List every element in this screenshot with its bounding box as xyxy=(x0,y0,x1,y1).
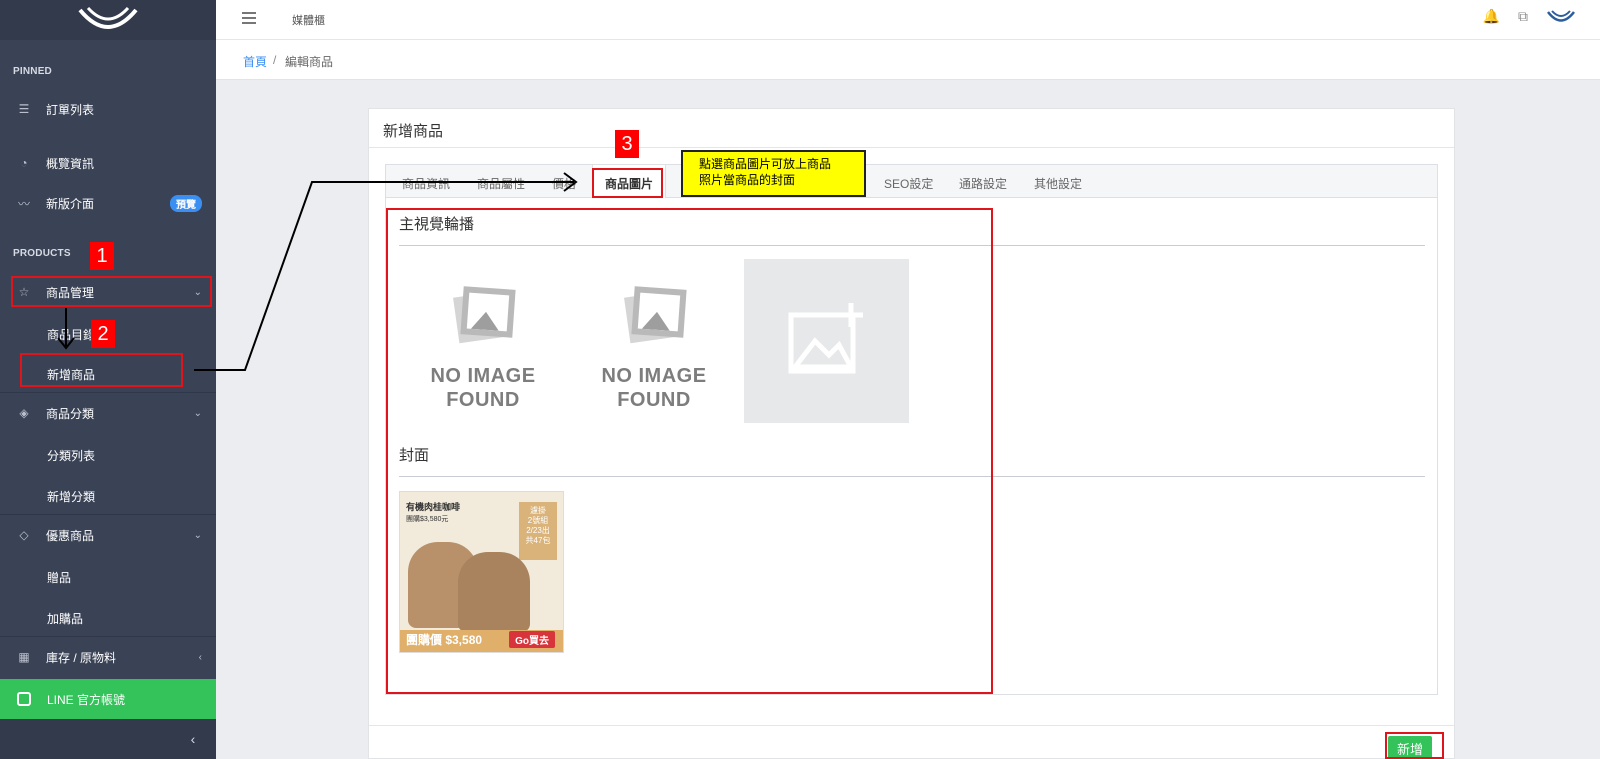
sidebar-item-label: 訂單列表 xyxy=(46,102,95,117)
bell-icon[interactable]: 🔔 xyxy=(1483,8,1500,25)
sidebar-item-orders[interactable]: ☰ 訂單列表 xyxy=(0,89,216,129)
translate-icon[interactable]: ⧉ xyxy=(1518,8,1528,25)
menu-icon[interactable] xyxy=(242,12,256,24)
gauge-icon: ◔ xyxy=(20,156,28,170)
sidebar-item-promo[interactable]: ◇ 優惠商品 ⌄ xyxy=(0,515,216,555)
top-bar: 媒體櫃 🔔 ⧉ xyxy=(216,0,1600,40)
breadcrumb-current: 編輯商品 xyxy=(285,55,334,69)
sidebar-item-label: 優惠商品 xyxy=(46,528,95,543)
breadcrumb: 首頁 / 編輯商品 xyxy=(216,40,1600,80)
user-avatar-logo[interactable] xyxy=(1546,9,1576,25)
tab-product-attributes[interactable]: 商品屬性 xyxy=(477,175,525,192)
callout-note: 點選商品圖片可放上商品 照片當商品的封面 xyxy=(681,150,866,197)
section-products: PRODUCTS xyxy=(13,248,71,259)
step-3-marker: 3 xyxy=(615,130,639,158)
chevron-left-icon: ‹ xyxy=(198,651,202,663)
tab-product-info[interactable]: 商品資訊 xyxy=(402,175,450,192)
sidebar-item-label: LINE 官方帳號 xyxy=(47,692,126,707)
sidebar-item-inventory[interactable]: ▦ 庫存 / 原物料 ‹ xyxy=(0,637,216,677)
tab-seo[interactable]: SEO設定 xyxy=(884,175,933,192)
tab-other[interactable]: 其他設定 xyxy=(1034,175,1082,192)
chevron-down-icon: ⌄ xyxy=(193,407,202,419)
sidebar-item-category[interactable]: ◈ 商品分類 ⌄ xyxy=(0,393,216,433)
highlight-images-tab xyxy=(592,168,663,198)
chevron-left-icon: ‹ xyxy=(190,731,196,747)
step-2-marker: 2 xyxy=(91,320,115,348)
wave-logo-icon xyxy=(78,6,138,29)
sidebar-subitem-category-list[interactable]: 分類列表 xyxy=(47,447,95,464)
boxes-icon: ▦ xyxy=(18,650,30,664)
tab-channel[interactable]: 通路設定 xyxy=(959,175,1007,192)
sidebar-item-new-ui[interactable]: 〰 新版介面 預覽 xyxy=(0,183,216,223)
sidebar-item-label: 商品分類 xyxy=(46,406,95,421)
divider xyxy=(369,725,1454,726)
sidebar-item-line[interactable]: LINE 官方帳號 xyxy=(0,679,216,719)
layers-icon: ◈ xyxy=(19,406,29,420)
breadcrumb-separator: / xyxy=(273,53,277,67)
sidebar-collapse-button[interactable]: ‹ xyxy=(0,719,216,759)
sidebar-subitem-addon[interactable]: 加購品 xyxy=(47,610,83,627)
page-title: 新增商品 xyxy=(383,123,444,140)
highlight-submit-button xyxy=(1385,732,1444,759)
wave-logo-icon: 〰 xyxy=(17,196,30,211)
highlight-image-area xyxy=(386,208,993,694)
sidebar-item-overview[interactable]: ◔ 概覽資訊 xyxy=(0,143,216,183)
sidebar-subitem-gift[interactable]: 贈品 xyxy=(47,569,71,586)
tab-price[interactable]: 價格 xyxy=(552,175,576,192)
highlight-add-product xyxy=(20,353,183,387)
top-icons: 🔔 ⧉ xyxy=(1483,8,1576,25)
sidebar-subitem-add-category[interactable]: 新增分類 xyxy=(47,488,95,505)
diamond-icon: ◇ xyxy=(19,528,29,542)
sidebar-item-label: 概覽資訊 xyxy=(46,156,95,171)
sidebar-item-label: 新版介面 xyxy=(46,196,95,211)
highlight-product-mgmt xyxy=(11,276,212,307)
list-icon: ☰ xyxy=(18,102,30,116)
tab-strip: 商品資訊 商品屬性 價格 商品圖片 SEO設定 通路設定 其他設定 xyxy=(386,165,1437,198)
line-icon xyxy=(17,692,31,706)
logo[interactable] xyxy=(0,0,216,40)
preview-badge: 預覽 xyxy=(170,194,202,212)
callout-line-1: 點選商品圖片可放上商品 xyxy=(699,157,832,171)
sidebar-subitem-product-list[interactable]: 商品目錄 xyxy=(47,326,95,343)
divider xyxy=(369,147,1454,148)
section-pinned: PINNED xyxy=(13,66,52,77)
chevron-down-icon: ⌄ xyxy=(193,529,202,541)
callout-line-2: 照片當商品的封面 xyxy=(699,173,796,187)
step-1-marker: 1 xyxy=(90,242,114,270)
breadcrumb-home[interactable]: 首頁 xyxy=(243,53,267,70)
media-library-link[interactable]: 媒體櫃 xyxy=(292,12,325,28)
sidebar-item-label: 庫存 / 原物料 xyxy=(46,650,117,665)
